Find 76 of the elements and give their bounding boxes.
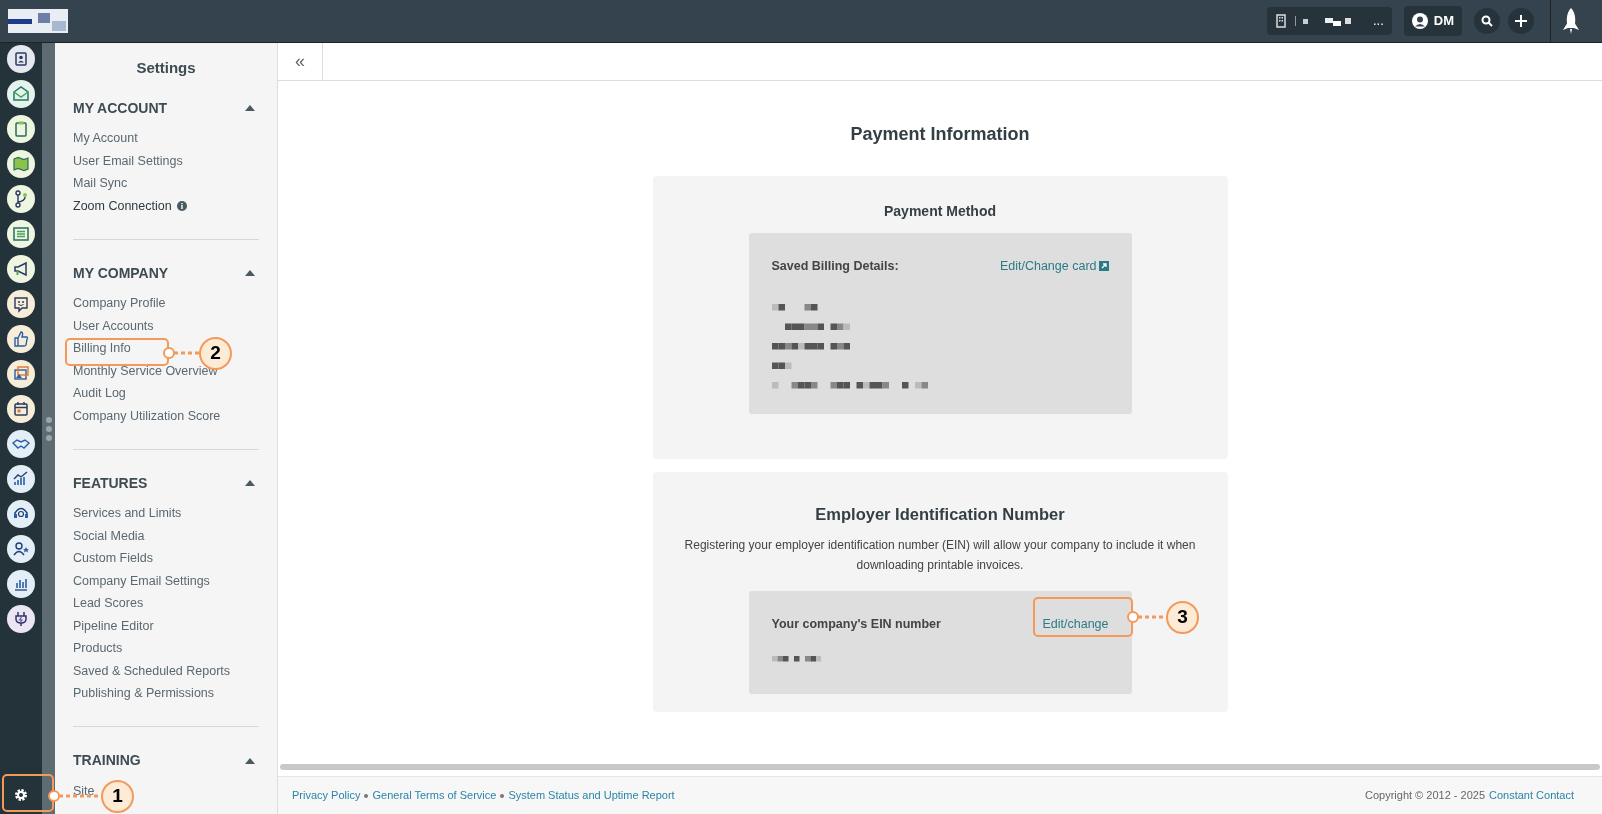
- info-icon: [176, 201, 187, 212]
- plus-icon: [1515, 15, 1527, 27]
- sidebar-link[interactable]: Audit Log: [73, 384, 126, 404]
- sidebar-link[interactable]: Custom Fields: [73, 549, 153, 569]
- sidebar-link[interactable]: Publishing & Permissions: [73, 684, 215, 704]
- megaphone-icon[interactable]: [7, 255, 35, 283]
- collapse-button[interactable]: «: [278, 43, 323, 80]
- sidebar-link[interactable]: Zoom Connection: [73, 196, 172, 216]
- sidebar-title: Settings: [135, 58, 197, 78]
- footer-link[interactable]: Privacy Policy: [292, 787, 361, 804]
- sidebar-link[interactable]: Pipeline Editor: [73, 616, 154, 636]
- section-heading: MY COMPANY: [73, 263, 169, 283]
- building-icon: [1274, 14, 1287, 28]
- sidebar-link[interactable]: Lead Scores: [73, 594, 144, 614]
- caret-up-icon[interactable]: [245, 270, 255, 276]
- logo-redaction-drawing: [8, 9, 68, 33]
- rocket-icon[interactable]: [1561, 8, 1580, 34]
- headset-icon[interactable]: [7, 500, 35, 528]
- envelope-icon[interactable]: [7, 80, 35, 108]
- bullet-icon: [500, 793, 505, 798]
- description-text: Registering your employer identification number (EIN) will allow your company to include it when downloading printable invoices.: [683, 536, 1197, 574]
- footer-link[interactable]: System Status and Uptime Report: [508, 787, 675, 804]
- sidebar-link[interactable]: Company Email Settings: [73, 571, 210, 591]
- horizontal-scrollbar[interactable]: [280, 764, 1600, 770]
- field-label: Your company's EIN number: [771, 615, 941, 633]
- card-title: Employer Identification Number: [815, 504, 1065, 525]
- sidebar-link[interactable]: Social Media: [73, 526, 145, 546]
- sidebar-link[interactable]: User Email Settings: [73, 151, 183, 171]
- clipboard-icon[interactable]: [7, 115, 35, 143]
- sidebar-link[interactable]: My Account: [73, 129, 138, 149]
- caret-up-icon[interactable]: [245, 105, 255, 111]
- sidebar-link[interactable]: Site: [73, 781, 95, 801]
- settings-icon: [14, 788, 28, 802]
- search-icon: [1481, 15, 1493, 27]
- sidebar-link[interactable]: Services and Limits: [73, 504, 182, 524]
- user-menu-button[interactable]: DM: [1403, 6, 1462, 36]
- list-icon[interactable]: [7, 220, 35, 248]
- copyright-text: Copyright © 2012 - 2025: [1365, 788, 1485, 804]
- section-heading: TRAINING: [73, 751, 141, 770]
- footer-link[interactable]: Constant Contact: [1489, 787, 1574, 804]
- caret-up-icon[interactable]: [245, 480, 255, 486]
- map-icon[interactable]: [7, 150, 35, 178]
- trend-chart-icon[interactable]: [7, 465, 35, 493]
- calendar-icon[interactable]: [7, 395, 35, 423]
- plug-icon[interactable]: [7, 605, 35, 633]
- avatar-icon: [1411, 13, 1428, 29]
- chat-face-icon[interactable]: [7, 290, 35, 318]
- footer-link[interactable]: General Terms of Service: [372, 787, 497, 804]
- card-title: Payment Method: [884, 202, 996, 221]
- edit-card-link[interactable]: Edit/Change card: [999, 257, 1109, 276]
- address-book-icon[interactable]: [7, 45, 35, 73]
- section-heading: MY ACCOUNT: [73, 98, 168, 118]
- sidebar-link[interactable]: Products: [73, 639, 123, 659]
- account-selector-button[interactable]: ...: [1266, 7, 1392, 35]
- search-button[interactable]: [1474, 8, 1500, 34]
- bar-chart-icon[interactable]: [7, 570, 35, 598]
- caret-up-icon[interactable]: [245, 757, 255, 764]
- redaction-drawing: [771, 655, 821, 662]
- section-heading: FEATURES: [73, 473, 148, 493]
- sidebar-link[interactable]: Company Profile: [73, 294, 166, 314]
- sidebar-link[interactable]: Saved & Scheduled Reports: [73, 661, 231, 681]
- field-label: Saved Billing Details:: [771, 258, 899, 275]
- image-icon[interactable]: [7, 360, 35, 388]
- resize-handle-icon[interactable]: [45, 416, 52, 441]
- callout-connector: [163, 347, 201, 359]
- thumbs-up-icon[interactable]: [7, 325, 35, 353]
- add-button[interactable]: [1508, 8, 1534, 34]
- bullet-icon: [364, 793, 369, 798]
- page-title: Payment Information: [850, 123, 1030, 146]
- sidebar-link[interactable]: Billing Info: [73, 339, 131, 359]
- edit-ein-link[interactable]: Edit/change: [1042, 614, 1109, 634]
- sidebar-link[interactable]: User Accounts: [73, 316, 154, 336]
- branch-icon[interactable]: [7, 185, 35, 213]
- external-link-icon: [1098, 261, 1109, 272]
- sidebar-link[interactable]: Company Utilization Score: [73, 406, 221, 426]
- sidebar-link[interactable]: Mail Sync: [73, 174, 128, 194]
